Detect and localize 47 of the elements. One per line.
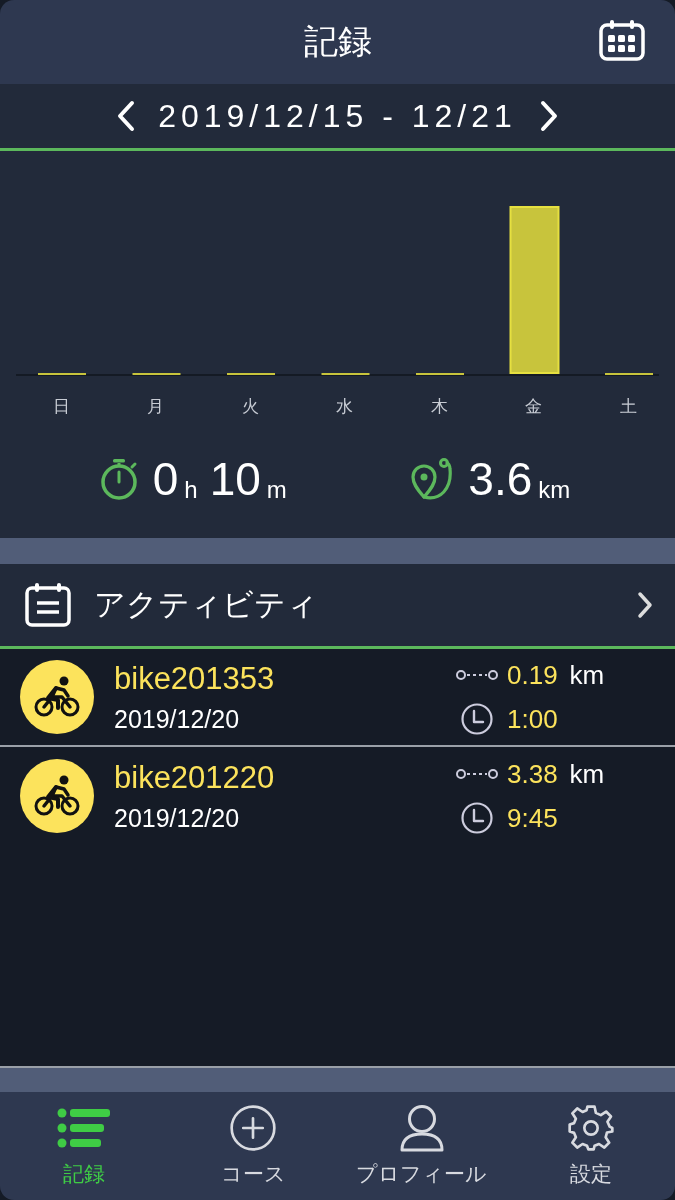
calendar-icon	[599, 19, 645, 61]
tab-bar-item[interactable]: 設定	[506, 1092, 675, 1200]
minutes-value: 10	[209, 456, 261, 502]
week-range: 2019/12/15 - 12/21	[158, 97, 517, 135]
profile-icon	[398, 1104, 445, 1152]
distance-value: 0.19	[507, 659, 558, 691]
day-label: 金	[524, 395, 544, 418]
chevron-right-icon	[538, 100, 559, 132]
chevron-right-icon	[637, 591, 653, 619]
tab-bar-item[interactable]: コース	[168, 1092, 338, 1200]
distance-unit: km	[538, 478, 571, 502]
route-pin-icon	[410, 457, 455, 501]
activity-name: bike201220	[114, 759, 276, 796]
day-label: 月	[146, 395, 166, 418]
day-label: 火	[240, 395, 260, 418]
clipboard-icon	[24, 582, 72, 628]
calendar-button[interactable]	[599, 19, 645, 61]
distance-unit: km	[569, 758, 605, 790]
stopwatch-icon	[98, 456, 139, 502]
hours-value: 0	[152, 456, 179, 502]
activity-section-button[interactable]: アクティビティ	[0, 564, 675, 646]
day-label: 日	[51, 395, 71, 418]
next-week-button[interactable]	[538, 100, 559, 132]
hours-unit: h	[184, 478, 198, 502]
minutes-unit: m	[266, 478, 287, 502]
activity-name: bike201353	[114, 660, 276, 697]
cyclist-icon	[20, 759, 94, 833]
activity-date: 2019/12/20	[114, 704, 241, 734]
day-label: 土	[618, 395, 638, 418]
distance-value: 3.6	[468, 456, 533, 502]
chevron-left-icon	[116, 100, 137, 132]
tab-bar-item[interactable]: プロフィール	[337, 1092, 507, 1200]
activity-date: 2019/12/20	[114, 803, 241, 833]
tab-bar-item[interactable]: 記録	[0, 1092, 169, 1200]
activity-row[interactable]: bike201220 2019/12/20 3.38 km 9:45	[0, 747, 675, 845]
distance-unit: km	[569, 659, 605, 691]
duration-value: 9:45	[507, 802, 558, 834]
day-label: 水	[335, 395, 355, 418]
cyclist-icon	[20, 660, 94, 734]
distance-icon	[455, 668, 499, 682]
previous-week-button[interactable]	[116, 100, 137, 132]
activity-row[interactable]: bike201353 2019/12/20 0.19 km 1:00	[0, 649, 675, 747]
distance-icon	[455, 767, 499, 781]
duration-value: 1:00	[507, 703, 558, 735]
screen-title: 記録	[303, 20, 372, 63]
day-label: 木	[429, 395, 449, 418]
distance-value: 3.38	[507, 758, 558, 790]
